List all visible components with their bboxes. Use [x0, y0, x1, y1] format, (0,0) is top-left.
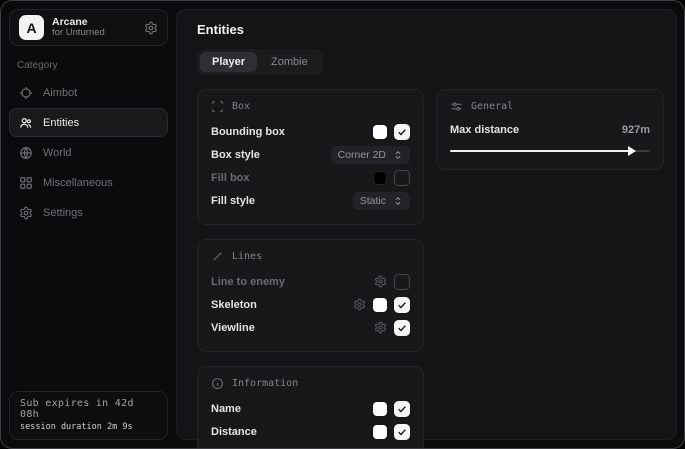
- globe-icon: [19, 146, 33, 160]
- brand-subtitle: for Unturned: [52, 28, 136, 39]
- info-icon: [211, 377, 224, 390]
- setting-label: Skeleton: [211, 299, 257, 311]
- brand-card: A Arcane for Unturned: [9, 9, 168, 46]
- sidebar-item-label: Settings: [43, 207, 83, 219]
- sidebar-item-world[interactable]: World: [9, 138, 168, 167]
- app-window: A Arcane for Unturned Category Aimbot: [0, 0, 685, 449]
- max-distance-value: 927m: [622, 124, 650, 136]
- setting-row: Bounding box: [211, 120, 410, 143]
- setting-row: Name: [211, 397, 410, 420]
- slider-fill: [450, 150, 634, 152]
- color-swatch[interactable]: [373, 298, 387, 312]
- setting-label: Fill box: [211, 172, 250, 184]
- skeleton-checkbox[interactable]: [394, 297, 410, 313]
- name-checkbox[interactable]: [394, 401, 410, 417]
- sidebar-item-label: World: [43, 147, 72, 159]
- card-title: Lines: [232, 251, 262, 262]
- setting-label: Bounding box: [211, 126, 285, 138]
- setting-label: Max distance: [450, 124, 519, 136]
- sliders-icon: [450, 100, 463, 113]
- main-panel: Entities Player Zombie Box Bounding box: [176, 9, 677, 440]
- card-title: General: [471, 101, 513, 112]
- card-title: Information: [232, 378, 298, 389]
- sidebar-item-label: Entities: [43, 117, 79, 129]
- card-title: Box: [232, 101, 250, 112]
- dropdown-value: Corner 2D: [338, 149, 386, 161]
- gear-icon[interactable]: [374, 275, 387, 288]
- dropdown-value: Static: [360, 195, 386, 207]
- lines-card: Lines Line to enemy Skeleton: [197, 239, 424, 352]
- color-swatch[interactable]: [373, 171, 387, 185]
- sidebar-nav: Aimbot Entities World Miscellaneous: [9, 78, 168, 227]
- color-swatch[interactable]: [373, 125, 387, 139]
- diagonal-line-icon: [211, 250, 224, 263]
- distance-checkbox[interactable]: [394, 424, 410, 440]
- sidebar: A Arcane for Unturned Category Aimbot: [1, 1, 176, 448]
- sidebar-item-miscellaneous[interactable]: Miscellaneous: [9, 168, 168, 197]
- setting-row: Box style Corner 2D: [211, 143, 410, 166]
- gear-icon[interactable]: [374, 321, 387, 334]
- setting-row: Viewline: [211, 316, 410, 339]
- crosshair-icon: [19, 86, 33, 100]
- color-swatch[interactable]: [373, 402, 387, 416]
- setting-row: Max distance 927m: [450, 120, 650, 140]
- max-distance-slider[interactable]: [450, 145, 650, 157]
- box-card: Box Bounding box Box style: [197, 89, 424, 225]
- entity-tabs: Player Zombie: [197, 49, 323, 75]
- gear-icon[interactable]: [144, 21, 158, 35]
- setting-label: Viewline: [211, 322, 255, 334]
- setting-label: Fill style: [211, 195, 255, 207]
- setting-label: Distance: [211, 426, 257, 438]
- category-label: Category: [17, 60, 160, 71]
- setting-row: Fill style Static: [211, 189, 410, 212]
- tab-player[interactable]: Player: [200, 52, 257, 72]
- setting-label: Name: [211, 403, 241, 415]
- setting-row: Line to enemy: [211, 270, 410, 293]
- sub-expiry-text: Sub expires in 42d 08h: [20, 398, 157, 420]
- page-title: Entities: [197, 22, 664, 37]
- sidebar-item-settings[interactable]: Settings: [9, 198, 168, 227]
- grid-icon: [19, 176, 33, 190]
- color-swatch[interactable]: [373, 425, 387, 439]
- setting-label: Box style: [211, 149, 260, 161]
- viewline-checkbox[interactable]: [394, 320, 410, 336]
- sidebar-item-label: Aimbot: [43, 87, 77, 99]
- general-card: General Max distance 927m: [436, 89, 664, 170]
- fill-style-dropdown[interactable]: Static: [353, 192, 410, 210]
- sidebar-item-entities[interactable]: Entities: [9, 108, 168, 137]
- information-card: Information Name Distance: [197, 366, 424, 449]
- gear-icon: [19, 206, 33, 220]
- users-icon: [19, 116, 33, 130]
- scan-frame-icon: [211, 100, 224, 113]
- bounding-box-checkbox[interactable]: [394, 124, 410, 140]
- subscription-card: Sub expires in 42d 08h session duration …: [9, 391, 168, 440]
- box-style-dropdown[interactable]: Corner 2D: [331, 146, 410, 164]
- setting-row: Skeleton: [211, 293, 410, 316]
- chevrons-up-down-icon: [393, 196, 403, 206]
- line-to-enemy-checkbox[interactable]: [394, 274, 410, 290]
- setting-row: Distance: [211, 420, 410, 443]
- sidebar-item-label: Miscellaneous: [43, 177, 113, 189]
- setting-row: Fill box: [211, 166, 410, 189]
- fill-box-checkbox[interactable]: [394, 170, 410, 186]
- gear-icon[interactable]: [353, 298, 366, 311]
- slider-thumb[interactable]: [628, 146, 636, 156]
- setting-label: Line to enemy: [211, 276, 285, 288]
- chevrons-up-down-icon: [393, 150, 403, 160]
- tab-zombie[interactable]: Zombie: [259, 52, 320, 72]
- session-duration-text: session duration 2m 9s: [20, 422, 157, 432]
- sidebar-item-aimbot[interactable]: Aimbot: [9, 78, 168, 107]
- brand-logo: A: [19, 15, 44, 40]
